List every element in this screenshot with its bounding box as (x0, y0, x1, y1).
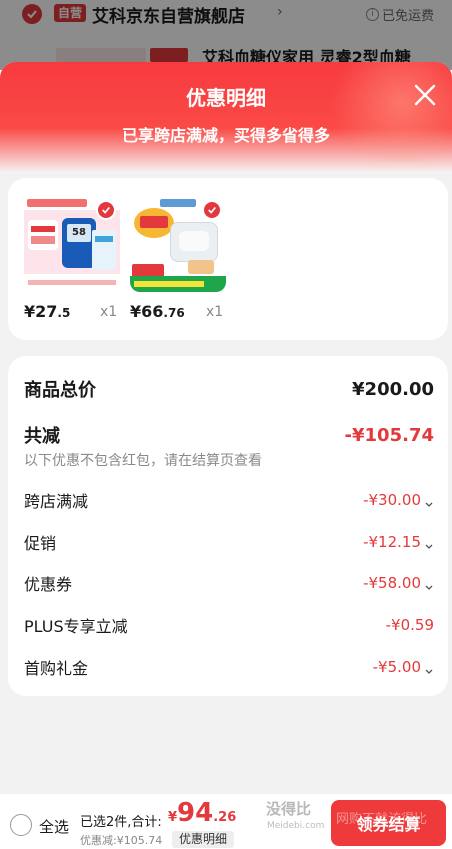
product-check-icon[interactable] (202, 200, 222, 220)
discount-line-value: -¥12.15 (363, 533, 434, 551)
discount-line-label: 首购礼金 (24, 659, 89, 678)
product-image (130, 196, 226, 292)
product-quantity: x1 (206, 304, 224, 320)
product-check-icon[interactable] (96, 200, 116, 220)
product-image: 58 (24, 196, 120, 292)
product-price: ¥66.76 (130, 302, 185, 321)
product-item[interactable]: 58 ¥27.5 x1 (24, 196, 120, 321)
discount-line-cross-store[interactable]: 跨店满减 -¥30.00 (24, 488, 434, 512)
modal-overlay[interactable] (0, 0, 452, 70)
watermark-url: Meidebi.com (267, 821, 325, 831)
discount-line-label: 促销 (24, 534, 57, 553)
discount-line-value: -¥58.00 (363, 574, 434, 592)
price-summary-card: 商品总价 ¥200.00 共减 -¥105.74 以下优惠不包含红包，请在结算页… (8, 356, 448, 696)
watermark-slogan: 网购不就该得比 (336, 812, 428, 827)
sheet-header: 优惠明细 已享跨店满减，买得多省得多 (0, 62, 452, 172)
product-price: ¥27.5 (24, 302, 71, 321)
grand-total: ¥94.26 (168, 798, 237, 828)
total-discount-value: -¥105.74 (344, 424, 434, 446)
sheet-subtitle: 已享跨店满减，买得多省得多 (121, 126, 330, 145)
product-list-card: 58 ¥27.5 x1 ¥66.76 x1 (8, 178, 448, 340)
checkout-bar: 全选 已选2件,合计: ¥94.26 优惠减:¥105.74 优惠明细 领券结算… (0, 794, 452, 849)
discount-line-coupon[interactable]: 优惠券 -¥58.00 (24, 571, 434, 595)
total-discount-row: 共减 -¥105.74 (24, 422, 434, 448)
total-discount-label: 共减 (24, 426, 60, 447)
discount-line-value: -¥0.59 (385, 616, 434, 634)
total-price-label: 商品总价 (24, 380, 96, 401)
discount-line-first-purchase[interactable]: 首购礼金 -¥5.00 (24, 655, 434, 679)
chevron-down-icon[interactable] (424, 495, 434, 507)
header-glow (322, 62, 452, 162)
discount-note: 以下优惠不包含红包，请在结算页查看 (24, 453, 262, 469)
discount-line-label: PLUS专享立减 (24, 617, 128, 636)
meter-display: 58 (67, 224, 91, 242)
select-all-radio[interactable] (10, 814, 32, 836)
discount-detail-button[interactable]: 优惠明细 (172, 831, 235, 848)
product-quantity: x1 (100, 304, 118, 320)
saved-amount: 优惠减:¥105.74 (80, 834, 163, 847)
discount-line-value: -¥30.00 (363, 491, 434, 509)
chevron-down-icon[interactable] (424, 537, 434, 549)
product-item[interactable]: ¥66.76 x1 (130, 196, 226, 321)
chevron-down-icon[interactable] (424, 662, 434, 674)
sheet-title: 优惠明细 (186, 86, 266, 110)
discount-line-label: 优惠券 (24, 575, 73, 594)
watermark-logo: 没得比 (266, 800, 312, 818)
selected-count-text: 已选2件,合计: (80, 815, 162, 830)
close-icon[interactable] (412, 82, 438, 108)
discount-line-value: -¥5.00 (373, 658, 434, 676)
discount-line-plus: PLUS专享立减 -¥0.59 (24, 613, 434, 637)
select-all-label[interactable]: 全选 (39, 816, 69, 837)
total-price-row: 商品总价 ¥200.00 (24, 376, 434, 402)
discount-line-promotion[interactable]: 促销 -¥12.15 (24, 530, 434, 554)
chevron-down-icon[interactable] (424, 578, 434, 590)
discount-line-label: 跨店满减 (24, 492, 89, 511)
total-price-value: ¥200.00 (352, 378, 434, 400)
discount-detail-sheet: 优惠明细 已享跨店满减，买得多省得多 58 ¥27.5 x1 ¥66.76 x1… (0, 62, 452, 849)
